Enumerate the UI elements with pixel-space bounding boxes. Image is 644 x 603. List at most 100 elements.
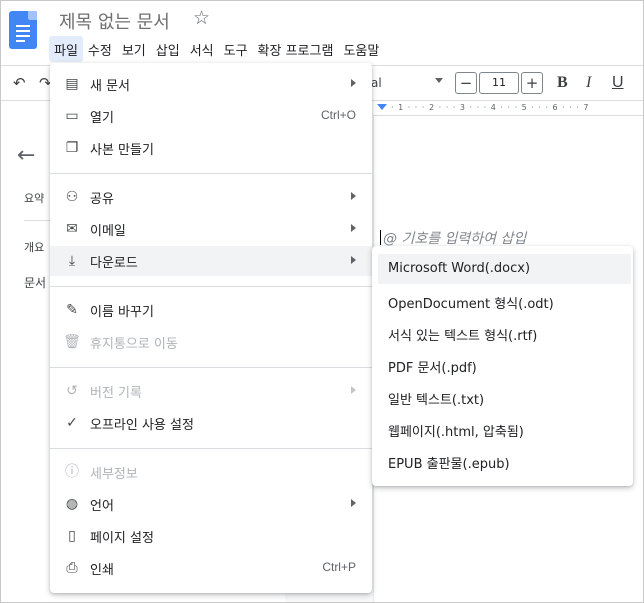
font-family-select[interactable]: al <box>371 76 382 90</box>
menu-divider <box>50 448 372 449</box>
chevron-right-icon <box>351 192 356 200</box>
docs-logo-icon[interactable] <box>9 11 37 49</box>
file-menu-item-open[interactable]: ▭ 열기 Ctrl+O <box>50 101 372 131</box>
menu-item-label: 열기 <box>90 111 114 126</box>
file-menu-item-new[interactable]: ▤ 새 문서 <box>50 69 372 99</box>
file-menu-item-print[interactable]: ⎙ 인쇄 Ctrl+P <box>50 553 372 583</box>
download-html[interactable]: 웹페이지(.html, 압축됨) <box>378 414 631 444</box>
download-rtf[interactable]: 서식 있는 텍스트 형식(.rtf) <box>378 318 631 348</box>
outline-panel: ← 요약 개요 문서 <box>1 102 54 602</box>
file-menu-item-version-history: ↺ 버전 기록 <box>50 376 372 406</box>
chevron-right-icon <box>351 386 356 394</box>
menu-item-label: 세부정보 <box>90 467 138 482</box>
submenu-item-label: OpenDocument 형식(.odt) <box>388 297 554 312</box>
chevron-right-icon <box>351 79 356 87</box>
bold-button[interactable]: B <box>557 74 568 92</box>
file-menu-item-copy[interactable]: ❐ 사본 만들기 <box>50 133 372 163</box>
menu-item-label: 언어 <box>90 499 114 514</box>
file-menu-item-rename[interactable]: ✎ 이름 바꾸기 <box>50 295 372 325</box>
shortcut-label: Ctrl+O <box>320 108 356 122</box>
person-add-icon: ⚇ <box>65 189 79 205</box>
download-epub[interactable]: EPUB 출판물(.epub) <box>378 446 631 476</box>
mail-icon: ✉ <box>66 221 78 237</box>
shortcut-label: Ctrl+P <box>322 560 356 574</box>
file-menu: ▤ 새 문서 ▭ 열기 Ctrl+O ❐ 사본 만들기 ⚇ 공유 ✉ 이메일 ⤓… <box>50 63 372 593</box>
document-icon: ▤ <box>65 76 79 92</box>
app-window: 제목 없는 문서 ☆ 파일 수정 보기 삽입 서식 도구 확장 프로그램 도움말… <box>0 0 644 603</box>
font-size-increase-button[interactable]: + <box>521 72 543 94</box>
submenu-item-label: 일반 텍스트(.txt) <box>388 393 485 408</box>
menu-item-label: 이름 바꾸기 <box>90 305 154 320</box>
ruler: · 1 · · · 2 · · · 3 · · · 4 · · · 5 · · … <box>373 102 643 116</box>
menu-item-label: 오프라인 사용 설정 <box>90 418 194 433</box>
menu-file[interactable]: 파일 <box>49 36 83 62</box>
submenu-item-label: EPUB 출판물(.epub) <box>388 457 510 472</box>
menu-format[interactable]: 서식 <box>185 36 219 62</box>
file-menu-item-offline[interactable]: ✓ 오프라인 사용 설정 <box>50 408 372 438</box>
menu-extensions[interactable]: 확장 프로그램 <box>253 36 339 62</box>
underline-button[interactable]: U <box>612 74 624 92</box>
submenu-item-label: Microsoft Word(.docx) <box>388 261 531 276</box>
undo-icon[interactable]: ↶ <box>13 74 26 92</box>
back-arrow-icon[interactable]: ← <box>17 143 35 168</box>
menu-item-label: 페이지 설정 <box>90 531 154 546</box>
submenu-item-label: 서식 있는 텍스트 형식(.rtf) <box>388 329 538 344</box>
submenu-item-label: PDF 문서(.pdf) <box>388 361 477 376</box>
menu-item-label: 공유 <box>90 192 114 207</box>
document-title[interactable]: 제목 없는 문서 <box>59 8 170 34</box>
copy-icon: ❐ <box>65 140 79 156</box>
menu-item-label: 버전 기록 <box>90 386 142 401</box>
font-size-input[interactable]: 11 <box>479 72 519 94</box>
page-setup-icon: ▯ <box>68 528 76 544</box>
file-menu-item-download[interactable]: ⤓ 다운로드 <box>50 246 372 276</box>
pencil-icon: ✎ <box>66 302 78 318</box>
trash-icon: 🗑 <box>63 334 81 350</box>
file-menu-item-language[interactable]: ◍ 언어 <box>50 489 372 519</box>
menu-divider <box>50 173 372 174</box>
menu-item-label: 새 문서 <box>90 79 131 94</box>
download-submenu: Microsoft Word(.docx) OpenDocument 형식(.o… <box>372 246 633 486</box>
menu-help[interactable]: 도움말 <box>338 36 384 62</box>
download-pdf[interactable]: PDF 문서(.pdf) <box>378 350 631 380</box>
outline-heading-item[interactable]: 문서 <box>24 274 46 291</box>
star-icon[interactable]: ☆ <box>193 7 210 29</box>
download-odt[interactable]: OpenDocument 형식(.odt) <box>378 286 631 316</box>
printer-icon: ⎙ <box>66 560 78 576</box>
menu-divider <box>50 286 372 287</box>
chevron-right-icon <box>351 224 356 232</box>
file-menu-item-email[interactable]: ✉ 이메일 <box>50 214 372 244</box>
menu-tools[interactable]: 도구 <box>219 36 253 62</box>
summary-label: 요약 <box>24 192 45 205</box>
download-docx[interactable]: Microsoft Word(.docx) <box>378 254 631 284</box>
italic-button[interactable]: I <box>586 74 591 92</box>
submenu-item-label: 웹페이지(.html, 압축됨) <box>388 425 524 440</box>
file-menu-item-trash: 🗑 휴지통으로 이동 <box>50 327 372 357</box>
chevron-down-icon[interactable] <box>435 78 443 83</box>
menu-item-label: 이메일 <box>90 224 126 239</box>
outline-label: 개요 <box>24 241 45 254</box>
file-menu-item-page-setup[interactable]: ▯ 페이지 설정 <box>50 521 372 551</box>
history-icon: ↺ <box>66 383 78 399</box>
ruler-ticks: · 1 · · · 2 · · · 3 · · · 4 · · · 5 · · … <box>391 103 590 112</box>
menu-item-label: 다운로드 <box>90 256 138 271</box>
insert-hint: @ 기호를 입력하여 삽입 <box>383 231 527 247</box>
download-icon: ⤓ <box>68 253 76 269</box>
menu-divider <box>50 367 372 368</box>
font-size-decrease-button[interactable]: − <box>455 72 477 94</box>
indent-marker-icon[interactable] <box>377 104 387 110</box>
folder-icon: ▭ <box>65 108 79 124</box>
menu-item-label: 사본 만들기 <box>90 143 154 158</box>
text-cursor <box>380 230 381 245</box>
info-icon: ⓘ <box>65 464 79 480</box>
chevron-right-icon <box>351 256 356 264</box>
menu-view[interactable]: 보기 <box>117 36 151 62</box>
menu-insert[interactable]: 삽입 <box>151 36 185 62</box>
menu-item-label: 인쇄 <box>90 563 114 578</box>
menu-item-label: 휴지통으로 이동 <box>90 337 178 352</box>
globe-icon: ◍ <box>65 496 79 512</box>
menu-edit[interactable]: 수정 <box>83 36 117 62</box>
download-txt[interactable]: 일반 텍스트(.txt) <box>378 382 631 412</box>
file-menu-item-share[interactable]: ⚇ 공유 <box>50 182 372 212</box>
file-menu-item-details: ⓘ 세부정보 <box>50 457 372 487</box>
offline-check-icon: ✓ <box>66 415 78 431</box>
